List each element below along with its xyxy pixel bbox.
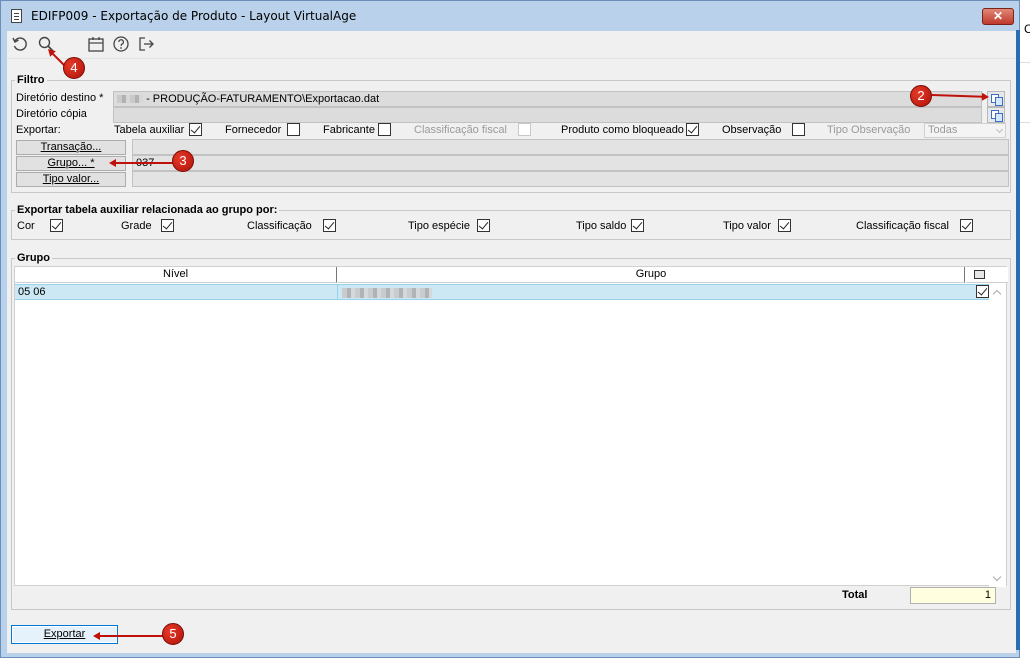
produto-bloqueado-checkbox[interactable]: [686, 123, 699, 136]
copy-icon-back: [995, 113, 1003, 122]
aux-title: Exportar tabela auxiliar relacionada ao …: [15, 204, 280, 216]
tipo-valor-field[interactable]: [132, 171, 1009, 187]
annotation-badge: 3: [172, 150, 194, 172]
vertical-scrollbar[interactable]: [989, 284, 1006, 587]
exit-icon[interactable]: [137, 35, 155, 53]
background-text: C: [1024, 22, 1030, 36]
diretorio-destino-label: Diretório destino *: [16, 92, 104, 104]
grupo-field[interactable]: 037: [132, 155, 1009, 171]
total-field: 1: [910, 587, 996, 604]
table-row[interactable]: 05 06: [15, 284, 990, 300]
transacao-button[interactable]: Transação...: [16, 140, 126, 155]
redacted-text: [117, 95, 143, 104]
scroll-down-icon[interactable]: [992, 572, 1002, 582]
aux-classificacao-checkbox[interactable]: [323, 219, 336, 232]
browse-copia-button[interactable]: [987, 107, 1005, 123]
aux-tipo-especie-label: Tipo espécie: [408, 220, 470, 232]
cell-nivel: 05 06: [18, 286, 46, 298]
aux-tipo-valor-checkbox[interactable]: [778, 219, 791, 232]
annotation-arrow: [95, 635, 163, 637]
browse-destino-button[interactable]: [987, 91, 1005, 107]
column-header-grupo[interactable]: Grupo: [338, 267, 965, 283]
main-window: EDIFP009 - Exportação de Produto - Layou…: [0, 0, 1020, 658]
exportar-label: Exportar:: [16, 124, 61, 136]
aux-grade-checkbox[interactable]: [161, 219, 174, 232]
divider: [1020, 122, 1030, 123]
annotation-badge: 5: [162, 623, 184, 645]
scroll-up-icon[interactable]: [992, 289, 1002, 299]
annotation-badge: 4: [63, 57, 85, 79]
observacao-label: Observação: [722, 124, 782, 136]
tipo-observacao-label: Tipo Observação: [827, 124, 911, 136]
diretorio-copia-label: Diretório cópia: [16, 108, 87, 120]
fabricante-checkbox[interactable]: [378, 123, 391, 136]
transacao-field[interactable]: [132, 139, 1009, 155]
total-label: Total: [842, 589, 868, 601]
divider: [1020, 62, 1030, 63]
toolbar: [7, 31, 1016, 59]
title-bar: EDIFP009 - Exportação de Produto - Layou…: [1, 1, 1019, 31]
classificacao-fiscal-checkbox[interactable]: [518, 123, 531, 136]
cell-divider: [337, 284, 338, 300]
column-header-nivel[interactable]: Nível: [15, 267, 337, 283]
background-window-strip: C: [1020, 0, 1030, 665]
classificacao-fiscal-label: Classificação fiscal: [414, 124, 507, 136]
tipo-valor-button[interactable]: Tipo valor...: [16, 172, 126, 187]
aux-tipo-saldo-label: Tipo saldo: [576, 220, 627, 232]
redacted-grupo-name: [342, 288, 432, 298]
fabricante-label: Fabricante: [323, 124, 375, 136]
fornecedor-checkbox[interactable]: [287, 123, 300, 136]
annotation-badge: 2: [910, 85, 932, 107]
aux-cor-label: Cor: [17, 220, 35, 232]
window-title: EDIFP009 - Exportação de Produto - Layou…: [31, 9, 357, 23]
chevron-down-icon: [995, 125, 1004, 134]
aux-tipo-saldo-checkbox[interactable]: [631, 219, 644, 232]
refresh-icon[interactable]: [11, 35, 29, 53]
aux-grade-label: Grade: [121, 220, 152, 232]
aux-tipo-valor-label: Tipo valor: [723, 220, 771, 232]
diretorio-destino-value: - PRODUÇÃO-FATURAMENTO\Exportacao.dat: [146, 93, 380, 105]
help-icon[interactable]: [112, 35, 130, 53]
grupo-table: Nível Grupo 05 06: [14, 266, 1008, 587]
grupo-title: Grupo: [15, 252, 52, 264]
observacao-checkbox[interactable]: [792, 123, 805, 136]
aux-classificacao-fiscal-label: Classificação fiscal: [856, 220, 949, 232]
column-header-select[interactable]: [966, 267, 1008, 283]
client-area: Filtro Diretório destino * - PRODUÇÃO-FA…: [7, 31, 1016, 653]
aux-tipo-especie-checkbox[interactable]: [477, 219, 490, 232]
diretorio-copia-field[interactable]: [113, 107, 982, 123]
produto-bloqueado-label: Produto como bloqueado: [561, 124, 684, 136]
tipo-observacao-value: Todas: [928, 124, 958, 136]
fornecedor-label: Fornecedor: [225, 124, 282, 136]
select-all-checkbox[interactable]: [974, 270, 985, 279]
copy-icon-back: [995, 97, 1003, 106]
calendar-icon[interactable]: [87, 35, 105, 53]
close-button[interactable]: ✕: [982, 8, 1014, 25]
diretorio-destino-field[interactable]: - PRODUÇÃO-FATURAMENTO\Exportacao.dat: [113, 91, 982, 107]
tabela-auxiliar-checkbox[interactable]: [189, 123, 202, 136]
tipo-observacao-select[interactable]: Todas: [924, 123, 1006, 138]
aux-classificacao-fiscal-checkbox[interactable]: [960, 219, 973, 232]
tabela-auxiliar-label: Tabela auxiliar: [114, 124, 185, 136]
row-checkbox[interactable]: [976, 285, 989, 298]
document-icon: [11, 9, 22, 23]
window-edge: [1016, 30, 1020, 650]
annotation-arrow: [111, 162, 174, 164]
filtro-title: Filtro: [15, 74, 47, 86]
aux-cor-checkbox[interactable]: [50, 219, 63, 232]
aux-classificacao-label: Classificação: [247, 220, 312, 232]
